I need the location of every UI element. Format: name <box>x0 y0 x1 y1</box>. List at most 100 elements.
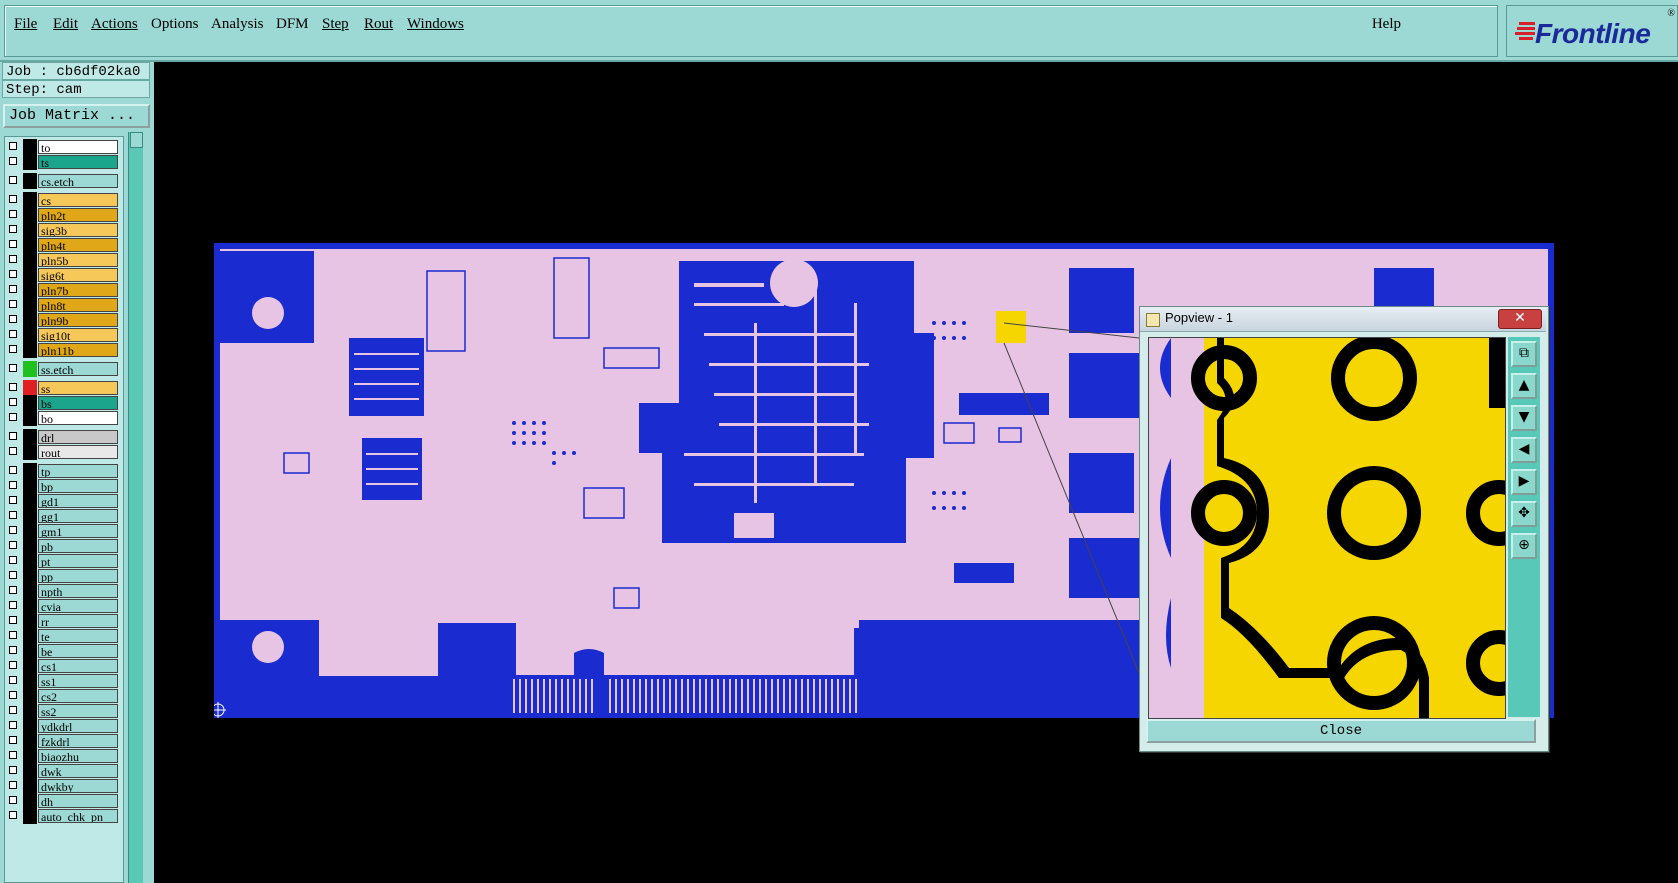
layer-color-swatch[interactable] <box>23 282 37 298</box>
layer-color-swatch[interactable] <box>23 342 37 358</box>
layer-color-swatch[interactable] <box>23 763 37 779</box>
layer-color-swatch[interactable] <box>23 222 37 238</box>
layer-color-swatch[interactable] <box>23 673 37 689</box>
layer-color-swatch[interactable] <box>23 538 37 554</box>
layer-checkbox[interactable] <box>9 511 17 519</box>
layer-name[interactable]: sig10t <box>38 328 118 342</box>
layer-row-dh[interactable]: dh <box>5 793 123 809</box>
layer-row-drl[interactable]: drl <box>5 429 123 445</box>
layer-row-sig3b[interactable]: sig3b <box>5 222 123 238</box>
layer-name[interactable]: pln9b <box>38 313 118 327</box>
layer-name[interactable]: drl <box>38 430 118 444</box>
layer-color-swatch[interactable] <box>23 207 37 223</box>
layer-row-auto-chk-pn[interactable]: auto_chk_pn <box>5 808 123 824</box>
layer-color-swatch[interactable] <box>23 643 37 659</box>
layer-checkbox[interactable] <box>9 571 17 579</box>
layer-name[interactable]: ydkdrl <box>38 719 118 733</box>
layer-name[interactable]: pln7b <box>38 283 118 297</box>
layer-row-pln11b[interactable]: pln11b <box>5 342 123 358</box>
layer-checkbox[interactable] <box>9 364 17 372</box>
layer-color-swatch[interactable] <box>23 493 37 509</box>
layer-checkbox[interactable] <box>9 315 17 323</box>
layer-color-swatch[interactable] <box>23 523 37 539</box>
layer-name[interactable]: dh <box>38 794 118 808</box>
menu-file[interactable]: File <box>14 16 37 33</box>
layer-name[interactable]: te <box>38 629 118 643</box>
layer-name[interactable]: pln2t <box>38 208 118 222</box>
layer-checkbox[interactable] <box>9 631 17 639</box>
layer-color-swatch[interactable] <box>23 583 37 599</box>
layer-checkbox[interactable] <box>9 157 17 165</box>
layer-checkbox[interactable] <box>9 413 17 421</box>
pan-left-icon[interactable]: ◀ <box>1511 437 1537 463</box>
layer-row-tp[interactable]: tp <box>5 463 123 479</box>
layer-color-swatch[interactable] <box>23 628 37 644</box>
layer-row-pln7b[interactable]: pln7b <box>5 282 123 298</box>
layer-checkbox[interactable] <box>9 706 17 714</box>
layer-color-swatch[interactable] <box>23 808 37 824</box>
layer-name[interactable]: gm1 <box>38 524 118 538</box>
layer-name[interactable]: bp <box>38 479 118 493</box>
layer-name[interactable]: npth <box>38 584 118 598</box>
layer-checkbox[interactable] <box>9 432 17 440</box>
layer-name[interactable]: pln8t <box>38 298 118 312</box>
layer-name[interactable]: fzkdrl <box>38 734 118 748</box>
layer-name[interactable]: ss <box>38 381 118 395</box>
layer-checkbox[interactable] <box>9 466 17 474</box>
layer-checkbox[interactable] <box>9 496 17 504</box>
layer-checkbox[interactable] <box>9 781 17 789</box>
menu-step[interactable]: Step <box>322 16 349 33</box>
layer-name[interactable]: be <box>38 644 118 658</box>
layer-checkbox[interactable] <box>9 736 17 744</box>
scrollbar-thumb[interactable] <box>130 132 143 148</box>
layer-row-cs-etch[interactable]: cs.etch <box>5 173 123 189</box>
layer-color-swatch[interactable] <box>23 380 37 396</box>
layer-row-gd1[interactable]: gd1 <box>5 493 123 509</box>
layer-color-swatch[interactable] <box>23 395 37 411</box>
layer-row-te[interactable]: te <box>5 628 123 644</box>
layer-name[interactable]: auto_chk_pn <box>38 809 118 823</box>
layer-color-swatch[interactable] <box>23 252 37 268</box>
layer-checkbox[interactable] <box>9 796 17 804</box>
layer-color-swatch[interactable] <box>23 748 37 764</box>
layer-color-swatch[interactable] <box>23 688 37 704</box>
layer-row-npth[interactable]: npth <box>5 583 123 599</box>
layer-color-swatch[interactable] <box>23 658 37 674</box>
layer-color-swatch[interactable] <box>23 297 37 313</box>
layer-checkbox[interactable] <box>9 195 17 203</box>
layer-list-scrollbar[interactable] <box>128 132 143 883</box>
layer-color-swatch[interactable] <box>23 312 37 328</box>
layer-checkbox[interactable] <box>9 240 17 248</box>
layer-color-swatch[interactable] <box>23 793 37 809</box>
layer-color-swatch[interactable] <box>23 139 37 155</box>
layer-checkbox[interactable] <box>9 210 17 218</box>
layer-name[interactable]: sig3b <box>38 223 118 237</box>
layer-row-cs[interactable]: cs <box>5 192 123 208</box>
layer-name[interactable]: rr <box>38 614 118 628</box>
layer-row-ts[interactable]: ts <box>5 154 123 170</box>
layer-checkbox[interactable] <box>9 556 17 564</box>
layer-row-to[interactable]: to <box>5 139 123 155</box>
layer-row-ss1[interactable]: ss1 <box>5 673 123 689</box>
menu-edit[interactable]: Edit <box>53 16 78 33</box>
layer-checkbox[interactable] <box>9 225 17 233</box>
layer-name[interactable]: sig6t <box>38 268 118 282</box>
layer-row-ydkdrl[interactable]: ydkdrl <box>5 718 123 734</box>
layer-row-bo[interactable]: bo <box>5 410 123 426</box>
layer-name[interactable]: ss2 <box>38 704 118 718</box>
layer-color-swatch[interactable] <box>23 410 37 426</box>
layer-color-swatch[interactable] <box>23 553 37 569</box>
layer-color-swatch[interactable] <box>23 267 37 283</box>
layer-row-ss[interactable]: ss <box>5 380 123 396</box>
menu-analysis[interactable]: Analysis <box>211 16 264 33</box>
layer-name[interactable]: bs <box>38 396 118 410</box>
layer-color-swatch[interactable] <box>23 718 37 734</box>
layer-color-swatch[interactable] <box>23 463 37 479</box>
layer-color-swatch[interactable] <box>23 327 37 343</box>
layer-row-rout[interactable]: rout <box>5 444 123 460</box>
layer-name[interactable]: bo <box>38 411 118 425</box>
close-button[interactable]: Close <box>1146 719 1536 743</box>
layer-color-swatch[interactable] <box>23 361 37 377</box>
layer-checkbox[interactable] <box>9 481 17 489</box>
close-window-button[interactable]: ✕ <box>1498 309 1542 329</box>
